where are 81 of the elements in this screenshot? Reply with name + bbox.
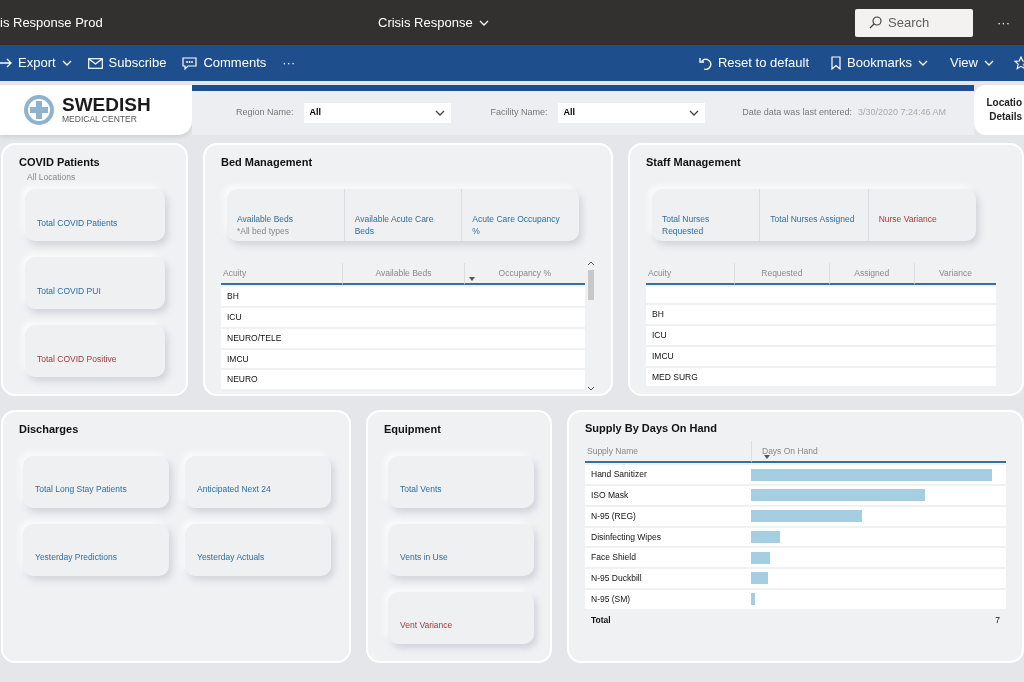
scroll-down-icon[interactable] [587,386,595,391]
panel-title: Equipment [384,422,442,437]
toolbar-button[interactable]: Reset to default [690,53,817,73]
kpi-label: Total COVID PUI [37,284,102,298]
logo-name: SWEDISH [62,95,151,115]
location-details-button[interactable]: Locatio Details [974,85,1024,135]
table-cell: BH [221,287,343,306]
mail-icon [87,57,103,69]
table-cell: IMCU [646,346,735,366]
kpi-label: Total Nurses Assigned [770,212,856,225]
filter-value: All [563,106,576,120]
search-icon [869,16,882,29]
kpi-label: Nurse Variance [878,212,938,225]
toolbar-button[interactable]: Export [0,53,80,73]
toolbar-button[interactable]: Subscribe [79,53,175,73]
search-placeholder: Search [888,13,930,32]
kpi-label: Yesterday Actuals [197,550,266,564]
sort-arrow-icon [764,455,770,460]
arrow-icon [0,58,12,68]
last-entered-value: 3/30/2020 7:24:46 AM [857,106,946,120]
table-cell: MED SURG [646,367,735,387]
table-cell: ISO Mask [585,486,751,505]
kpi-note: *All bed types [237,224,290,238]
panel-title: Supply By Days On Hand [585,421,719,436]
toolbar-button[interactable]: Bookmarks [823,53,937,73]
search-field[interactable]: Search [855,8,973,37]
kpi-label: Available Beds [237,212,295,225]
undo-icon [698,56,712,70]
filter-dropdown[interactable]: All [557,103,705,123]
more-options-button[interactable]: ··· [989,12,1018,33]
more-options-button[interactable]: ··· [274,53,304,73]
table-cell: N-95 (SM) [585,589,751,609]
last-entered-label: Date data was last entered: [742,106,852,120]
sort-arrow-icon [468,277,475,282]
logo-subtitle: MEDICAL CENTER [62,114,138,125]
kpi-label: Total Nurses Requested [662,212,711,238]
chevron-down-icon [434,110,445,116]
toolbar-button[interactable]: Comments [174,53,275,73]
table-cell: Hand Sanitizer [585,465,751,484]
bookmark-icon [831,56,841,70]
star-icon[interactable] [1014,56,1024,70]
cross-logo-icon [22,93,56,127]
panel-title: COVID Patients [19,155,101,170]
filter-label: Region Name: [236,106,294,120]
filter-dropdown[interactable]: All [303,103,451,123]
table-cell: ICU [221,308,343,327]
kpi-label: Available Acute Care Beds [354,212,435,238]
table-cell: Disinfecting Wipes [585,527,751,547]
kpi-label: Anticipated Next 24 [197,482,272,496]
chevron-down-icon [688,110,699,116]
kpi-label: Yesterday Predictions [35,550,118,564]
toolbar-button[interactable]: View [942,53,1002,73]
total-value: 7 [995,614,1000,625]
table-cell: NEURO/TELE [221,328,343,348]
filter-value: All [309,106,322,120]
kpi-label: Vents in Use [400,550,449,564]
comment-icon [182,56,198,70]
panel-title: Staff Management [646,155,742,170]
table-cell: BH [646,305,735,324]
panel-subtitle: All Locations [27,170,77,184]
kpi-label: Vent Variance [400,618,454,632]
report-title-dropdown[interactable]: Crisis Response [370,12,497,33]
table-cell: NEURO [221,370,343,389]
kpi-label: Total Vents [400,482,443,496]
table-cell: N-95 (REG) [585,506,751,526]
panel-title: Bed Management [221,155,314,170]
kpi-label: Total Long Stay Patients [35,482,128,496]
table-cell: IMCU [221,349,343,369]
kpi-label: Acute Care Occupancy % [472,212,561,238]
table-cell: Face Shield [585,548,751,567]
table-cell: ICU [646,326,735,345]
workspace-title: is Response Prod [0,13,104,32]
table-cell: N-95 Duckbill [585,569,751,588]
kpi-label: Total COVID Patients [37,216,119,230]
kpi-label: Total COVID Positive [37,352,118,366]
panel-title: Discharges [19,422,80,437]
filter-label: Facility Name: [490,106,548,120]
scroll-up-icon[interactable] [587,260,595,266]
chevron-down-icon [478,19,489,26]
total-label: Total [590,613,612,627]
scrollbar-thumb[interactable] [588,269,594,300]
